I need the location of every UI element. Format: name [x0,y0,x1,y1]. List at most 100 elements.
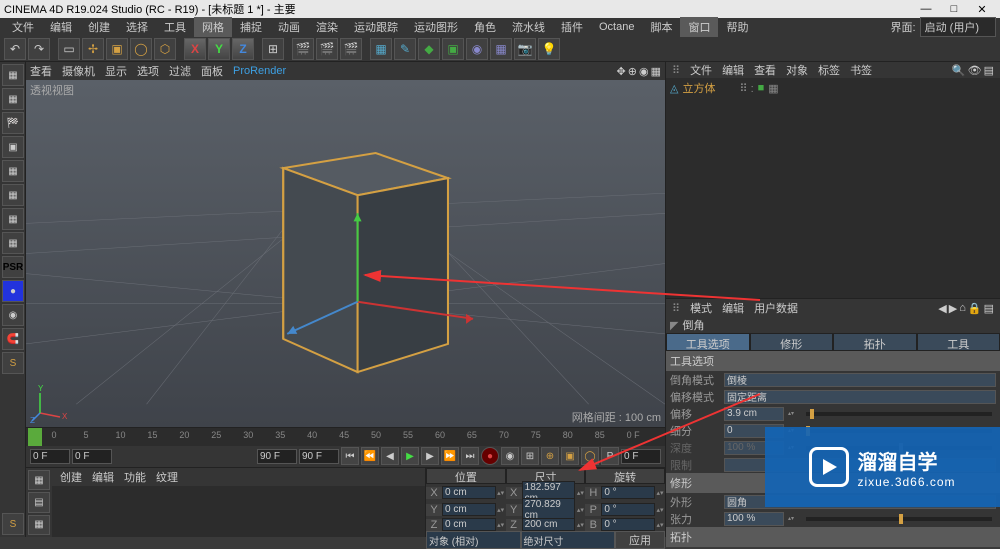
menu-help[interactable]: 帮助 [718,17,756,37]
viewport[interactable]: 透视视图 网格间距 : 100 cm [26,80,665,427]
undo-button[interactable]: ↶ [4,38,26,60]
material-manager[interactable] [52,486,425,537]
attr-back-icon[interactable]: ◀ [938,302,946,315]
menu-animate[interactable]: 动画 [270,17,308,37]
menu-select[interactable]: 选择 [118,17,156,37]
btab-edit[interactable]: 编辑 [92,469,114,485]
menu-file[interactable]: 文件 [4,17,42,37]
add-spline[interactable]: ✎ [394,38,416,60]
menu-character[interactable]: 角色 [466,17,504,37]
menu-pipeline[interactable]: 流水线 [504,17,553,37]
vis-editor-icon[interactable]: ■ [758,82,765,94]
om-eye-icon[interactable]: 👁 [968,64,982,77]
menu-snap[interactable]: 捕捉 [232,17,270,37]
view-nav-icon[interactable]: ✥ [617,65,626,78]
view-rotate-icon[interactable]: ◉ [639,65,649,78]
timeline-ruler[interactable]: 0 5 10 15 20 25 30 35 40 45 50 55 60 65 … [26,428,665,446]
menu-tools[interactable]: 工具 [156,17,194,37]
add-light[interactable]: 💡 [538,38,560,60]
offset-field[interactable]: 3.9 cm [724,407,784,421]
tooltab-tool[interactable]: 工具 [917,333,1000,351]
attr-tab-mode[interactable]: 模式 [690,300,712,316]
key-param-icon[interactable]: P [601,447,619,465]
attr-tab-edit[interactable]: 编辑 [722,300,744,316]
axis-y-toggle[interactable]: Y [208,38,230,60]
menu-mograph[interactable]: 运动图形 [406,17,466,37]
autokey-button[interactable]: ◉ [501,447,519,465]
zoom-start-field[interactable] [72,449,112,464]
menu-window[interactable]: 窗口 [680,17,718,37]
vis-render-icon[interactable]: ▦ [768,82,778,95]
offset-mode-dropdown[interactable]: 固定距离 [724,390,996,404]
key-scale-icon[interactable]: ▣ [561,447,579,465]
offset-slider[interactable] [806,412,992,416]
view-zoom-icon[interactable]: ⊕ [628,65,637,78]
layout-dropdown[interactable]: 启动 (用户) [920,17,996,37]
menu-render[interactable]: 渲染 [308,17,346,37]
axis-mode-icon[interactable]: ▦ [2,232,24,254]
key-pos-icon[interactable]: ⊕ [541,447,559,465]
snap-toggle-icon[interactable]: 🧲 [2,328,24,350]
close-button[interactable]: ✕ [968,3,996,16]
om-tab-bookmarks[interactable]: 书签 [850,62,872,78]
edge-mode-icon[interactable]: ▦ [2,184,24,206]
next-frame-button[interactable]: ▶ [421,447,439,465]
goto-end-button[interactable]: ⏭ [461,447,479,465]
axis-z-toggle[interactable]: Z [232,38,254,60]
psr-icon[interactable]: PSR [2,256,24,278]
om-menu-icon[interactable]: ▤ [984,64,994,77]
add-generator[interactable]: ◆ [418,38,440,60]
menu-edit[interactable]: 编辑 [42,17,80,37]
rot-h[interactable]: 0 ° [601,486,655,499]
tension-spinner[interactable]: ▴▾ [788,515,798,522]
coord-apply-button[interactable]: 应用 [615,531,665,549]
attr-menu-icon[interactable]: ▤ [984,302,994,315]
viewport-solo-icon[interactable]: ◉ [2,304,24,326]
menu-plugins[interactable]: 插件 [553,17,591,37]
tooltab-shape[interactable]: 修形 [750,333,834,351]
bevel-mode-dropdown[interactable]: 倒棱 [724,373,996,387]
menu-create[interactable]: 创建 [80,17,118,37]
coord-size-mode-dropdown[interactable]: 绝对尺寸 [521,531,616,549]
frame-end-field[interactable] [299,449,339,464]
pos-x[interactable]: 0 cm [442,486,496,499]
view-max-icon[interactable]: ▦ [651,65,661,78]
playhead[interactable] [28,428,42,446]
render-region[interactable]: 🎬 [316,38,338,60]
pos-y[interactable]: 0 cm [442,503,496,516]
current-frame-field[interactable] [621,449,661,464]
om-tab-edit[interactable]: 编辑 [722,62,744,78]
offset-spinner[interactable]: ▴▾ [788,410,798,417]
rot-b[interactable]: 0 ° [601,518,655,531]
prev-key-button[interactable]: ⏪ [361,447,379,465]
attr-up-icon[interactable]: ⌂ [959,302,966,315]
scale-tool[interactable]: ▣ [106,38,128,60]
render-view[interactable]: 🎬 [292,38,314,60]
tension-slider[interactable] [806,517,992,521]
object-row-cube[interactable]: ◬ 立方体 ⠿ : ■ ▦ [670,80,996,96]
add-floor[interactable]: ▦ [490,38,512,60]
menu-octane[interactable]: Octane [591,19,642,35]
next-key-button[interactable]: ⏩ [441,447,459,465]
view-menu-options[interactable]: 选项 [137,63,159,79]
rot-p[interactable]: 0 ° [601,503,655,516]
move-tool[interactable]: ✢ [82,38,104,60]
material-layers-icon[interactable]: ▤ [28,492,50,512]
play-button[interactable]: ▶ [401,447,419,465]
view-renderer[interactable]: ProRender [233,65,286,77]
attr-lock-icon[interactable]: 🔒 [968,302,982,315]
coord-system[interactable]: ⊞ [262,38,284,60]
key-rot-icon[interactable]: ◯ [581,447,599,465]
material-misc-icon[interactable]: ▦ [28,515,50,535]
add-deformer[interactable]: ▣ [442,38,464,60]
view-menu-panel[interactable]: 面板 [201,63,223,79]
tooltab-topology[interactable]: 拓扑 [833,333,917,351]
axis-x-toggle[interactable]: X [184,38,206,60]
attr-tab-userdata[interactable]: 用户数据 [754,300,798,316]
maximize-button[interactable]: □ [940,3,968,15]
menu-mesh[interactable]: 网格 [194,17,232,37]
menu-track[interactable]: 运动跟踪 [346,17,406,37]
tweak-icon[interactable]: ● [2,280,24,302]
texture-mode-icon[interactable]: 🏁 [2,112,24,134]
render-settings[interactable]: 🎬 [340,38,362,60]
